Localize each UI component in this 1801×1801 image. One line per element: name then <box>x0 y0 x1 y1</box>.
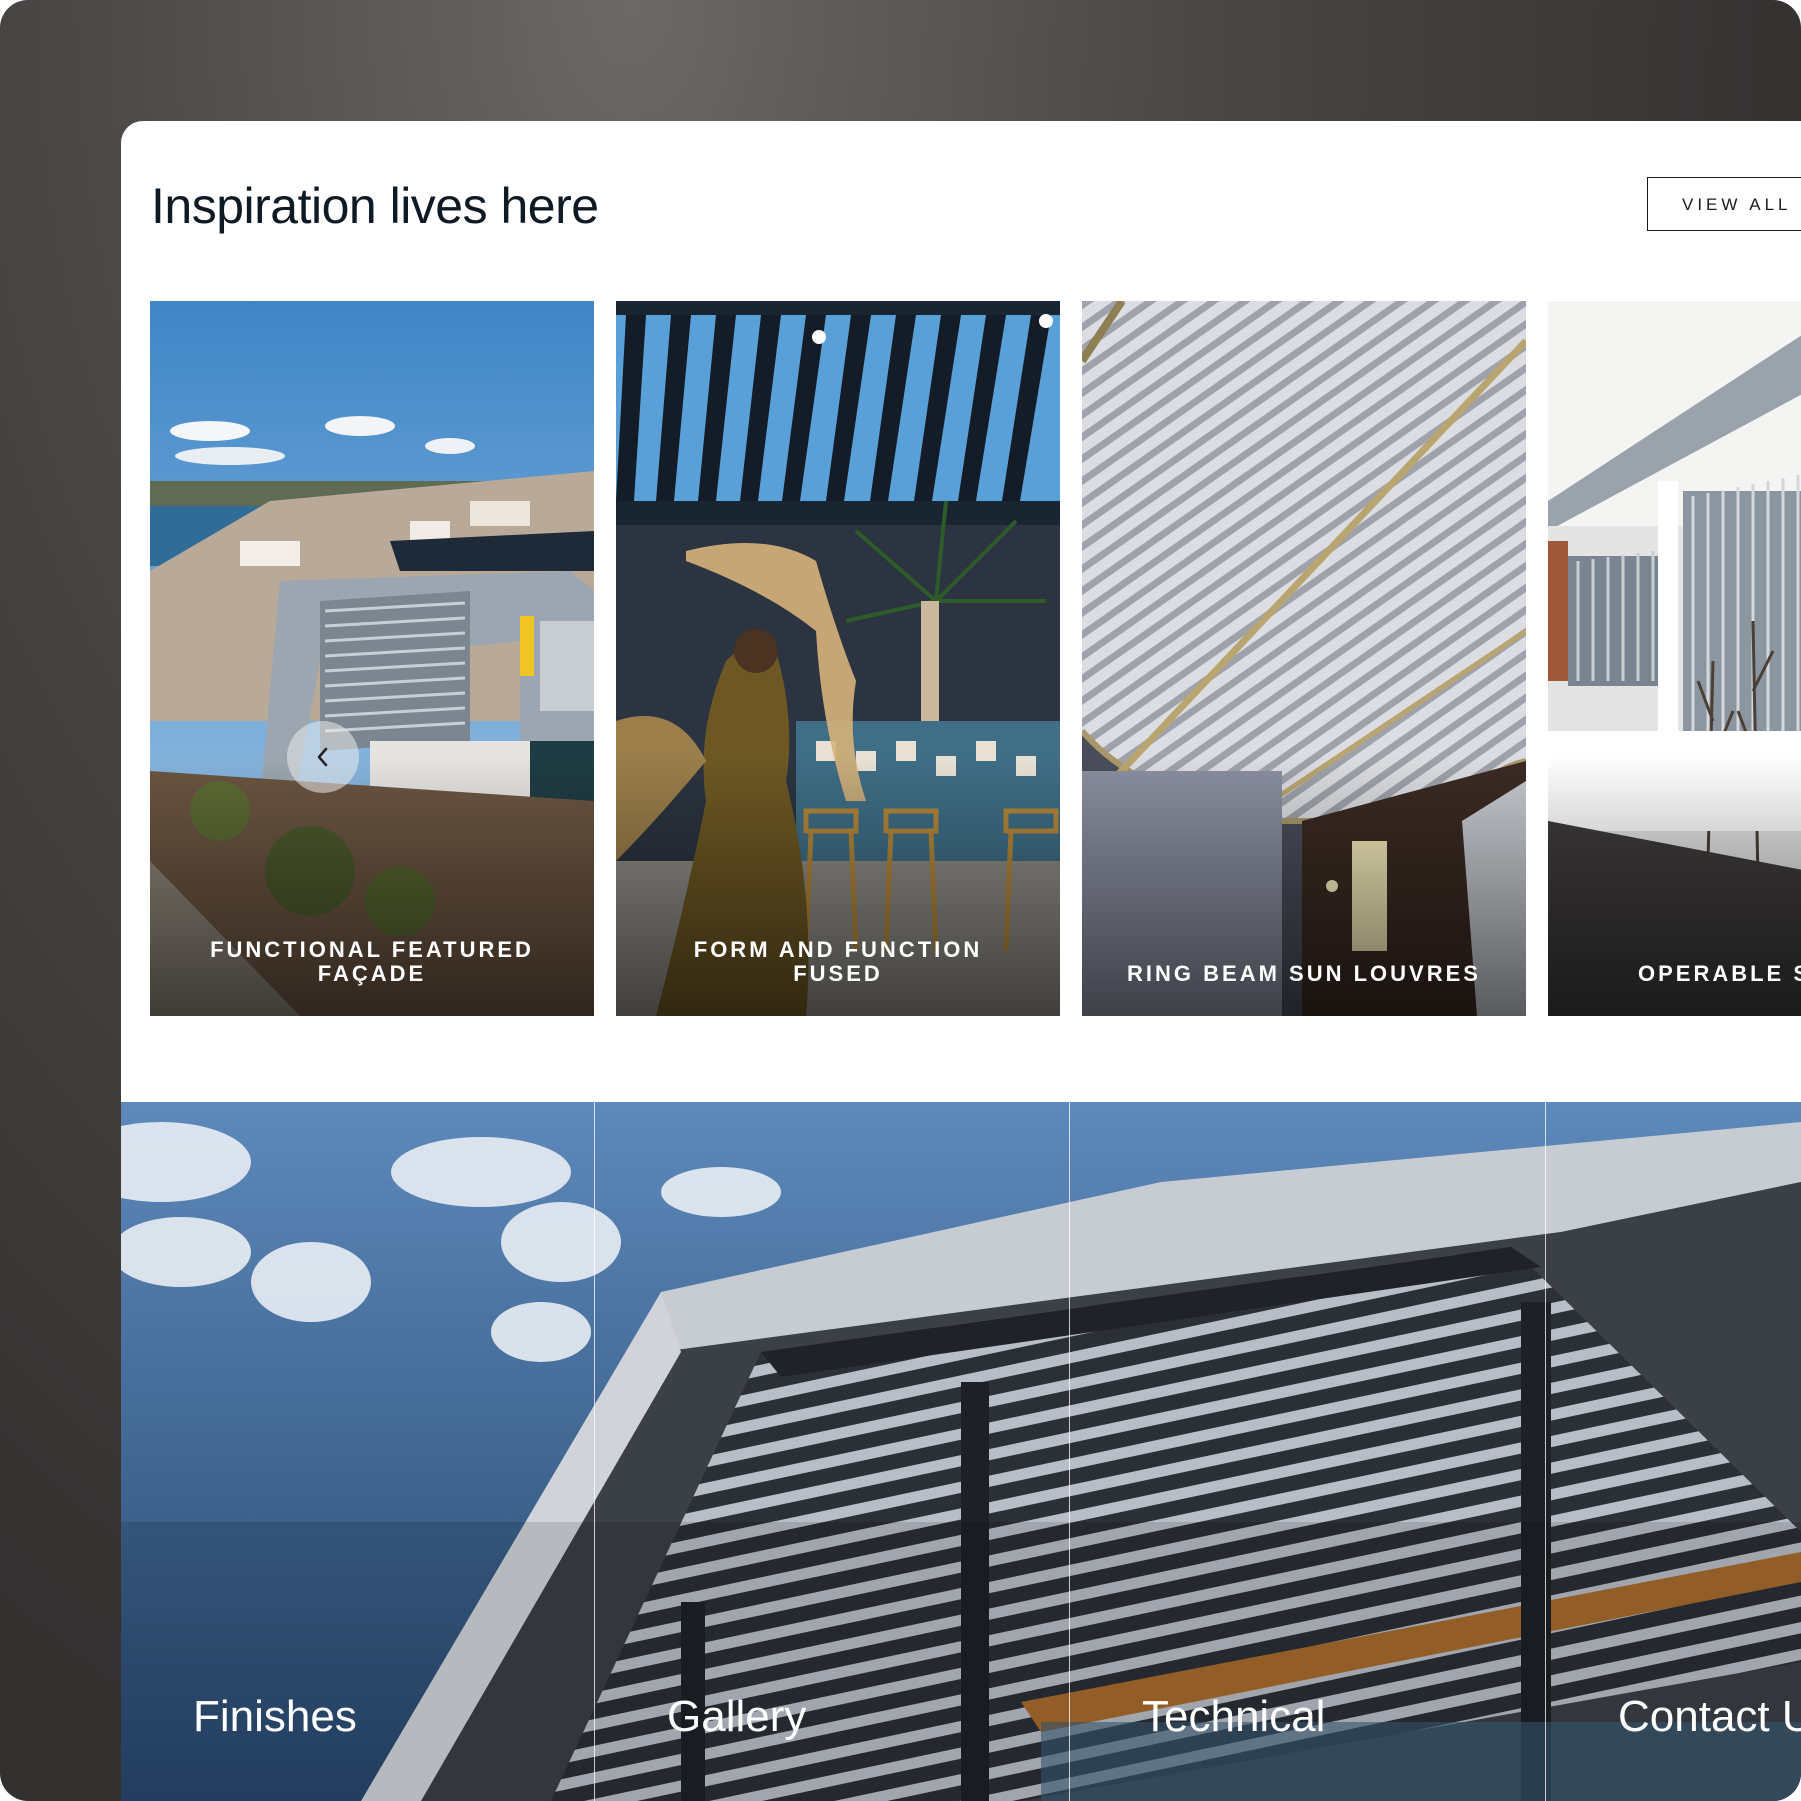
card-caption: OPERABLE SI <box>1638 961 1801 986</box>
carousel-prev-button[interactable] <box>287 721 359 793</box>
card-caption: FUNCTIONAL FEATURED FAÇADE <box>210 937 534 986</box>
section-title: Inspiration lives here <box>151 178 599 234</box>
nav-tile-finishes[interactable]: Finishes <box>121 1102 594 1801</box>
nav-tile-label: Technical <box>1142 1692 1326 1741</box>
nav-tile-technical[interactable]: Technical <box>1070 1102 1545 1801</box>
nav-tile-label: Gallery <box>667 1692 807 1741</box>
card-caption: FORM AND FUNCTION FUSED <box>693 937 983 986</box>
chevron-left-icon <box>317 747 328 767</box>
inspiration-card[interactable]: RING BEAM SUN LOUVRES <box>1082 301 1526 1016</box>
inspiration-card[interactable]: FORM AND FUNCTION FUSED <box>616 301 1060 1016</box>
card-caption: RING BEAM SUN LOUVRES <box>1127 961 1481 986</box>
screenshot-backdrop: Inspiration lives here VIEW ALL FUNCTION… <box>0 0 1801 1801</box>
inspiration-section: Inspiration lives here VIEW ALL FUNCTION… <box>121 121 1801 1801</box>
nav-tile-label: Contact U <box>1618 1692 1801 1741</box>
view-all-button[interactable]: VIEW ALL <box>1647 177 1801 231</box>
nav-tile-gallery[interactable]: Gallery <box>595 1102 1069 1801</box>
nav-tile-contact[interactable]: Contact U <box>1546 1102 1801 1801</box>
explore-nav-band: Finishes Gallery Technical Contact U <box>121 1102 1801 1801</box>
nav-tile-label: Finishes <box>193 1692 357 1741</box>
inspiration-card[interactable]: FUNCTIONAL FEATURED FAÇADE <box>150 301 594 1016</box>
inspiration-card[interactable]: OPERABLE SI <box>1548 301 1801 1016</box>
